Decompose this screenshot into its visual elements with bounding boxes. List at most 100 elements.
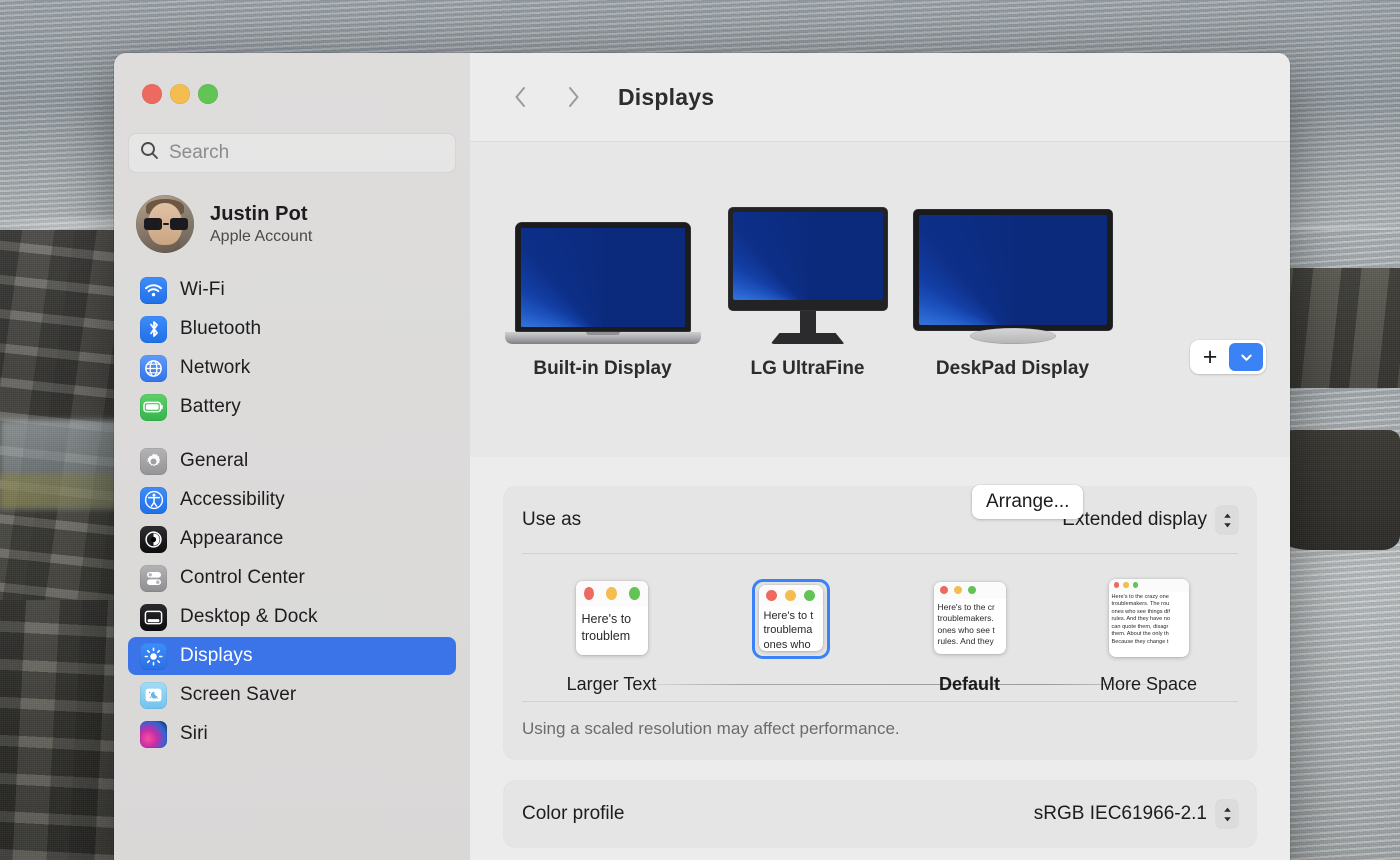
sidebar-item-displays[interactable]: Displays <box>128 637 456 675</box>
preview-window: Here's to t troublema ones who <box>758 584 823 651</box>
scaling-thumb: Here's to the cr troublemakers. ones who… <box>933 570 1006 666</box>
scaling-note: Using a scaled resolution may affect per… <box>522 719 900 738</box>
add-display-menu-button[interactable] <box>1229 343 1263 371</box>
deskpad-illustration <box>912 209 1113 344</box>
search-icon <box>140 141 159 165</box>
toolbar: Displays <box>470 53 1290 141</box>
preview-titlebar <box>758 584 823 606</box>
search-input[interactable] <box>169 142 444 164</box>
sidebar-item-network[interactable]: Network <box>128 349 456 387</box>
scaling-option-default[interactable]: Here's to the cr troublemakers. ones who… <box>880 570 1059 695</box>
bluetooth-icon <box>140 315 167 343</box>
preview-text: Here's to the cr troublemakers. ones who… <box>937 601 995 647</box>
deskpad-display-art <box>912 154 1113 344</box>
minimize-button[interactable] <box>170 84 190 104</box>
account-name: Justin Pot <box>210 202 308 225</box>
display-chooser: Built-in Display LG UltraFine DeskPad Di… <box>470 141 1290 519</box>
system-settings-window: Justin Pot Apple Account <box>114 53 1290 860</box>
arrange-button[interactable]: Arrange... <box>972 485 1084 519</box>
scaling-thumb: Here's to the crazy one troublemakers. T… <box>1108 570 1189 666</box>
sidebar-item-appearance[interactable]: Appearance <box>128 520 456 558</box>
display-tile-built-in[interactable]: Built-in Display <box>500 154 705 380</box>
built-in-display-art <box>504 154 701 344</box>
sidebar-item-control-center[interactable]: Control Center <box>128 559 456 597</box>
preview-zoom-dot <box>1132 582 1138 588</box>
preview-minimize-dot <box>606 587 617 600</box>
preview-titlebar <box>575 580 648 607</box>
control-center-icon <box>140 564 167 592</box>
preview-text: Here's to t troublema ones who <box>763 609 814 651</box>
preview-zoom-dot <box>967 586 976 594</box>
sidebar-item-bluetooth[interactable]: Bluetooth <box>128 310 456 348</box>
sidebar-item-wifi[interactable]: Wi-Fi <box>128 271 456 309</box>
sidebar-item-general[interactable]: General <box>128 442 456 480</box>
chevron-right-icon <box>569 87 579 107</box>
use-as-popup[interactable]: Extended display <box>1062 506 1238 534</box>
preview-close-dot <box>1113 582 1119 588</box>
scaling-slider-track[interactable] <box>622 683 1170 685</box>
preview-titlebar <box>933 581 1006 599</box>
display-name: Built-in Display <box>533 358 672 379</box>
appearance-icon <box>140 525 167 553</box>
scaling-option-larger-text[interactable]: Here's to troublem Larger Text <box>522 570 701 695</box>
close-button[interactable] <box>142 84 162 104</box>
laptop-illustration <box>504 222 701 344</box>
resolution-scaling-picker: Here's to troublem Larger Text Here's to… <box>504 554 1256 701</box>
monitor-illustration <box>727 207 888 344</box>
preview-zoom-dot <box>803 589 815 601</box>
use-as-value: Extended display <box>1062 509 1207 530</box>
use-as-label: Use as <box>522 509 582 530</box>
apple-account-row[interactable]: Justin Pot Apple Account <box>128 173 456 253</box>
search-field[interactable] <box>128 133 456 173</box>
scaling-option-more-space[interactable]: Here's to the crazy one troublemakers. T… <box>1059 570 1238 695</box>
page-title: Displays <box>618 83 715 110</box>
detail-pane: Displays Built-in Display LG UltraFine D… <box>470 53 1290 860</box>
preview-window: Here's to the cr troublemakers. ones who… <box>933 581 1006 654</box>
displays-brightness-icon <box>140 642 167 670</box>
display-tile-lg-ultrafine[interactable]: LG UltraFine <box>705 154 910 380</box>
siri-icon <box>140 720 167 748</box>
sidebar-item-label: Battery <box>180 396 241 417</box>
zoom-button[interactable] <box>198 84 218 104</box>
use-as-row[interactable]: Use as Extended display <box>504 487 1256 553</box>
gear-icon <box>140 447 167 475</box>
display-tile-deskpad[interactable]: DeskPad Display <box>910 154 1115 380</box>
sidebar-item-label: Network <box>180 357 251 378</box>
scaling-thumb: Here's to t troublema ones who <box>751 570 830 666</box>
color-profile-card: Color profile sRGB IEC61966-2.1 <box>504 781 1256 847</box>
up-down-stepper-icon[interactable] <box>1216 506 1238 534</box>
account-text: Justin Pot Apple Account <box>210 203 312 246</box>
screen-saver-icon <box>140 681 167 709</box>
window-controls <box>128 53 456 104</box>
preview-close-dot <box>939 586 948 594</box>
forward-button[interactable] <box>556 80 590 114</box>
sidebar-item-label: Displays <box>180 645 253 666</box>
back-button[interactable] <box>504 80 538 114</box>
settings-nav: Wi-Fi Bluetooth Network Battery General … <box>128 271 456 753</box>
preview-close-dot <box>765 589 777 601</box>
sidebar-item-desktop-dock[interactable]: Desktop & Dock <box>128 598 456 636</box>
scaling-option-selected[interactable]: Here's to t troublema ones who <box>701 570 880 695</box>
sidebar-item-siri[interactable]: Siri <box>128 715 456 753</box>
battery-icon <box>140 393 167 421</box>
color-profile-value: sRGB IEC61966-2.1 <box>1033 803 1207 824</box>
preview-text: Here's to the crazy one troublemakers. T… <box>1111 593 1170 646</box>
sidebar-item-screen-saver[interactable]: Screen Saver <box>128 676 456 714</box>
display-settings-card: Use as Extended display Here's to troubl… <box>504 487 1256 759</box>
add-display-button[interactable]: + <box>1193 343 1227 371</box>
up-down-stepper-icon[interactable] <box>1216 800 1238 828</box>
color-profile-row[interactable]: Color profile sRGB IEC61966-2.1 <box>504 781 1256 847</box>
sidebar-item-battery[interactable]: Battery <box>128 388 456 426</box>
sidebar-item-label: Wi-Fi <box>180 279 225 300</box>
preview-minimize-dot <box>1123 582 1129 588</box>
nav-group-connectivity: Wi-Fi Bluetooth Network Battery <box>128 271 456 426</box>
sidebar-item-label: General <box>180 450 249 471</box>
color-profile-popup[interactable]: sRGB IEC61966-2.1 <box>1034 800 1238 828</box>
sidebar-item-label: Appearance <box>180 528 284 549</box>
account-subtitle: Apple Account <box>210 227 313 245</box>
sidebar-item-accessibility[interactable]: Accessibility <box>128 481 456 519</box>
sidebar-item-label: Siri <box>180 723 208 744</box>
display-name: DeskPad Display <box>935 358 1090 379</box>
add-display-split-button[interactable]: + <box>1190 340 1266 374</box>
avatar <box>136 195 194 253</box>
